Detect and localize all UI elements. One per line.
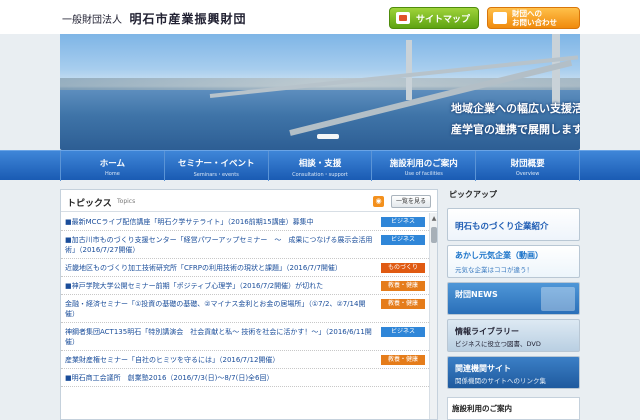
topic-link[interactable]: 神鋼者集団ACT135明石「特別講演会 社会貢献と私～ 技術を社会に活かす！～」…	[65, 328, 372, 346]
scroll-up-arrow-icon[interactable]: ▲	[431, 215, 437, 223]
category-badge: 教養・健康	[381, 281, 425, 291]
nav-label: 財団概要	[510, 159, 545, 169]
banner-title: 関連機関サイト	[455, 364, 511, 373]
topic-item[interactable]: ■明石商工会議所 創業塾2016（2016/7/3(日)～8/7(日)全6回）	[61, 369, 429, 387]
pickup-title: ピックアップ	[449, 190, 497, 199]
topic-list: ■最新MCCライブ配信講座「明石ク学サテライト」（2016前期15講座）募集中 …	[61, 213, 429, 387]
facility-guide-heading[interactable]: 施設利用のご案内	[447, 397, 580, 420]
banner-subtitle: 関係機関のサイトへのリンク集	[455, 377, 546, 385]
banner-company-video[interactable]: あかし元気企業（動画） 元気な企業はココが違う！	[447, 245, 580, 278]
nav-sublabel: Consultation・support	[292, 172, 348, 178]
contact-line2: お問い合わせ	[512, 18, 557, 27]
topic-link[interactable]: 金融・経済セミナー「①投資の基礎の基礎、②マイナス金利とお金の居場所」（①7/2…	[65, 300, 365, 318]
rss-icon[interactable]: ◉	[373, 196, 384, 207]
nav-sublabel: Seminars・events	[193, 172, 239, 178]
nav-seminars[interactable]: セミナー・イベント Seminars・events	[165, 151, 269, 181]
nav-facilities[interactable]: 施設利用のご案内 Use of facilities	[372, 151, 477, 181]
newspaper-icon	[541, 287, 575, 311]
banner-title: 財団NEWS	[455, 290, 498, 299]
topic-item[interactable]: ■最新MCCライブ配信講座「明石ク学サテライト」（2016前期15講座）募集中 …	[61, 213, 429, 231]
hero-caption-line2: 産学官の連携で展開します	[451, 123, 580, 136]
view-all-button[interactable]: 一覧を見る	[391, 195, 431, 208]
category-badge: ものづくり	[381, 263, 425, 273]
nav-label: 施設利用のご案内	[389, 159, 458, 169]
banner-news[interactable]: 財団NEWS	[447, 282, 580, 315]
bridge-tower	[406, 40, 412, 100]
topic-link[interactable]: ■明石商工会議所 創業塾2016（2016/7/3(日)～8/7(日)全6回）	[65, 374, 274, 382]
scrollbar[interactable]: ▲	[429, 213, 437, 419]
topic-item[interactable]: 近畿地区ものづくり加工技術研究所「CFRPの利用技術の現状と課題」（2016/7…	[61, 259, 429, 277]
sitemap-button[interactable]: サイトマップ	[389, 7, 479, 29]
topic-item[interactable]: ■加古川市ものづくり支援センター「経営パワーアップセミナー ～ 成果につなげる展…	[61, 231, 429, 259]
site-title[interactable]: 一般財団法人 明石市産業振興財団	[62, 10, 247, 27]
map-icon	[396, 12, 410, 24]
mail-icon	[493, 12, 507, 24]
topics-header: トピックス Topics ◉ 一覧を見る	[61, 190, 437, 212]
banner-title: 明石ものづくり企業紹介	[455, 222, 549, 232]
topics-subtitle: Topics	[117, 198, 136, 205]
topic-item[interactable]: 産業財産権セミナー「自社のヒミツを守るには」（2016/7/12開催） 教養・健…	[61, 351, 429, 369]
bridge-tower	[552, 34, 560, 108]
banner-library[interactable]: 情報ライブラリー ビジネスに役立つ図書、DVD	[447, 319, 580, 352]
nav-consultation[interactable]: 相談・支援 Consultation・support	[269, 151, 373, 181]
nav-label: ホーム	[99, 159, 126, 169]
topics-panel: トピックス Topics ◉ 一覧を見る ■最新MCCライブ配信講座「明石ク学サ…	[60, 189, 438, 420]
topic-link[interactable]: 近畿地区ものづくり加工技術研究所「CFRPの利用技術の現状と課題」（2016/7…	[65, 264, 342, 272]
banner-title: あかし元気企業（動画）	[455, 251, 543, 260]
scroll-thumb[interactable]	[431, 227, 437, 243]
global-nav: ホーム Home セミナー・イベント Seminars・events 相談・支援…	[0, 150, 640, 181]
nav-label: 相談・支援	[298, 159, 342, 169]
org-name: 明石市産業振興財団	[129, 12, 247, 26]
category-badge: 教養・健康	[381, 355, 425, 365]
org-type: 一般財団法人	[62, 15, 122, 26]
nav-sublabel: Overview	[515, 171, 540, 177]
topic-link[interactable]: ■神戸学院大学公開セミナー前期「ポジティブ心理学」（2016/7/2開催）が切れ…	[65, 282, 323, 290]
nav-sublabel: Use of facilities	[404, 171, 443, 177]
contact-button[interactable]: 財団への お問い合わせ	[487, 7, 580, 29]
category-badge: ビジネス	[381, 327, 425, 337]
nav-overview[interactable]: 財団概要 Overview	[476, 151, 580, 181]
topic-link[interactable]: ■最新MCCライブ配信講座「明石ク学サテライト」（2016前期15講座）募集中	[65, 218, 314, 226]
nav-label: セミナー・イベント	[177, 159, 255, 169]
nav-home[interactable]: ホーム Home	[60, 151, 165, 181]
topic-item[interactable]: 神鋼者集団ACT135明石「特別講演会 社会貢献と私～ 技術を社会に活かす！～」…	[61, 323, 429, 351]
site-header: 一般財団法人 明石市産業振興財団 サイトマップ 財団への お問い合わせ	[0, 0, 640, 34]
hero-banner: 地域企業への幅広い支援活動を 産学官の連携で展開します	[60, 34, 580, 150]
pickup-sidebar: ピックアップ 明石ものづくり企業紹介 あかし元気企業（動画） 元気な企業はココが…	[447, 189, 580, 420]
topic-link[interactable]: 産業財産権セミナー「自社のヒミツを守るには」（2016/7/12開催）	[65, 356, 279, 364]
banner-subtitle: 元気な企業はココが違う！	[455, 266, 533, 274]
nav-sublabel: Home	[105, 171, 120, 177]
topic-item[interactable]: ■神戸学院大学公開セミナー前期「ポジティブ心理学」（2016/7/2開催）が切れ…	[61, 277, 429, 295]
category-badge: 教養・健康	[381, 299, 425, 309]
topics-title: トピックス	[67, 199, 112, 209]
boat	[317, 134, 339, 139]
banner-subtitle: ビジネスに役立つ図書、DVD	[455, 340, 541, 348]
topic-item[interactable]: 金融・経済セミナー「①投資の基礎の基礎、②マイナス金利とお金の居場所」（①7/2…	[61, 295, 429, 323]
sitemap-label: サイトマップ	[416, 14, 471, 25]
contact-line1: 財団への	[512, 9, 542, 18]
banner-company-intro[interactable]: 明石ものづくり企業紹介	[447, 208, 580, 241]
category-badge: ビジネス	[381, 217, 425, 227]
hero-caption-line1: 地域企業への幅広い支援活動を	[451, 102, 580, 115]
contact-label: 財団への お問い合わせ	[512, 9, 557, 27]
category-badge: ビジネス	[381, 235, 425, 245]
banner-title: 情報ライブラリー	[455, 327, 519, 336]
banner-related-sites[interactable]: 関連機関サイト 関係機関のサイトへのリンク集	[447, 356, 580, 389]
topic-link[interactable]: ■加古川市ものづくり支援センター「経営パワーアップセミナー ～ 成果につなげる展…	[65, 236, 372, 254]
